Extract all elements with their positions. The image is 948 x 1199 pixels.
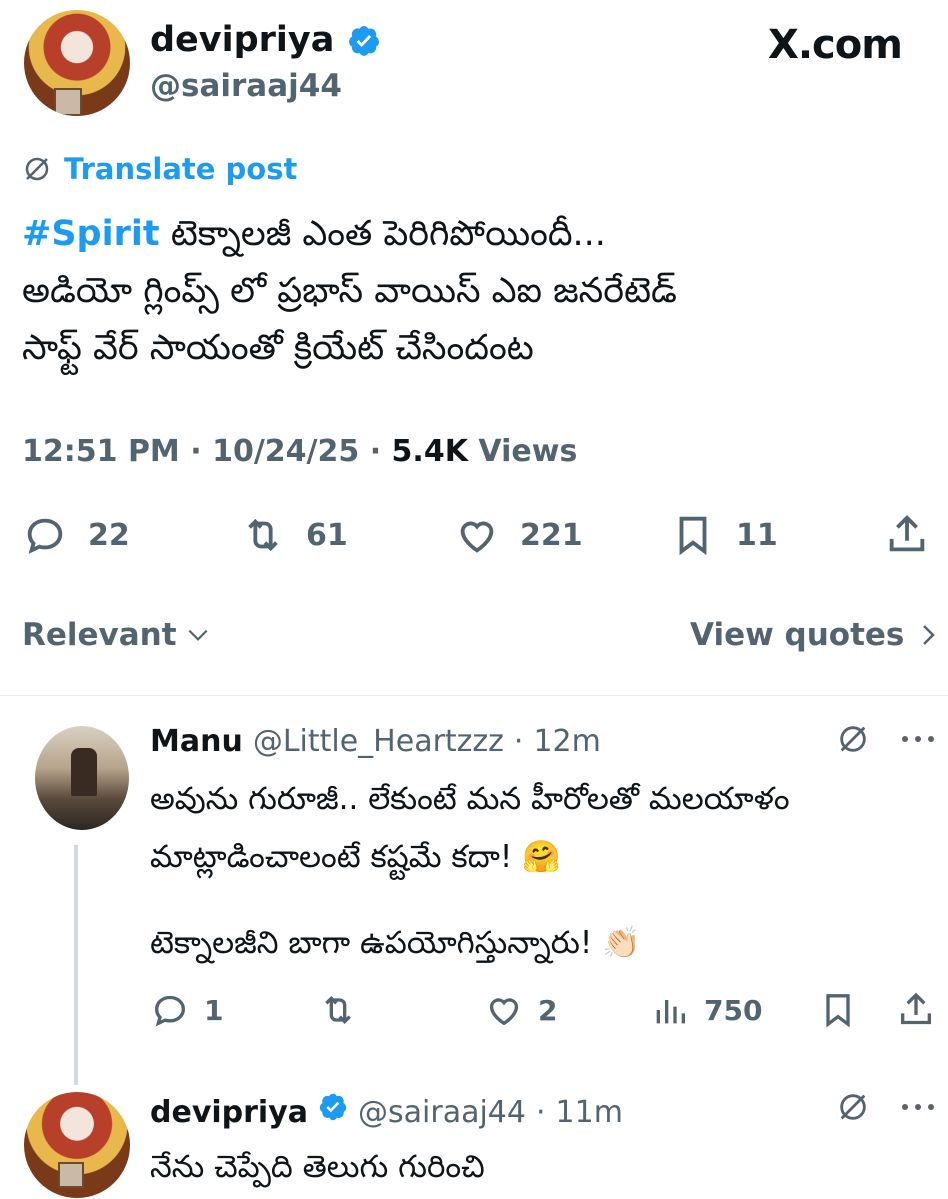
reply-icon bbox=[154, 995, 186, 1027]
reply-bookmark-button[interactable] bbox=[818, 990, 858, 1030]
author-avatar[interactable] bbox=[24, 10, 130, 116]
sort-label[interactable]: Relevant bbox=[22, 617, 177, 653]
bookmark-count: 11 bbox=[736, 517, 778, 553]
post-time[interactable]: 12:51 PM bbox=[22, 434, 180, 469]
author-name-row[interactable]: devipriya bbox=[150, 20, 381, 60]
repost-count: 61 bbox=[306, 517, 348, 553]
author-handle[interactable]: @sairaaj44 bbox=[150, 68, 342, 104]
reply-reply-button[interactable]: 1 bbox=[150, 990, 223, 1030]
heart-icon bbox=[489, 998, 519, 1026]
chevron-down-icon bbox=[188, 629, 207, 641]
hashtag-link[interactable]: #Spirit bbox=[22, 214, 160, 254]
translate-post-link[interactable]: Translate post bbox=[22, 152, 297, 186]
like-button[interactable]: 221 bbox=[454, 512, 583, 558]
reply-text: నేను చెప్పేది తెలుగు గురించి bbox=[150, 1138, 930, 1196]
share-icon bbox=[901, 992, 931, 1025]
reply-repost-button[interactable] bbox=[318, 990, 372, 1030]
reply-text-2: టెక్నాలజీని బాగా ఉపయోగిస్తున్నారు! 👏🏻 bbox=[150, 914, 930, 972]
post-text: #Spirit టెక్నాలజీ ఎంత పెరిగిపోయిందీ... అ… bbox=[22, 206, 922, 377]
reply-text: అవును గురూజీ.. లేకుంటే మన హీరోలతో మలయాళం… bbox=[150, 770, 930, 886]
post-line-2: అడియో గ్లింప్స్ లో ప్రభాస్ వాయిస్ ఎఐ జనర… bbox=[22, 271, 677, 311]
no-translate-icon[interactable] bbox=[836, 1090, 870, 1124]
view-quotes-link[interactable]: View quotes bbox=[690, 617, 940, 653]
reply-views-count: 750 bbox=[704, 993, 763, 1027]
thread-line bbox=[74, 845, 78, 1085]
post-line-3: సాఫ్ట్ వేర్ సాయంతో క్రియేట్ చేసిందంట bbox=[22, 328, 534, 368]
reply-author-handle[interactable]: @sairaaj44 bbox=[358, 1095, 526, 1130]
no-translate-icon bbox=[25, 157, 49, 181]
author-name[interactable]: devipriya bbox=[150, 20, 334, 60]
x-com-watermark: X.com bbox=[768, 22, 903, 68]
reply-line-2: మాట్లాడించాలంటే కష్టమే కదా! 🤗 bbox=[150, 839, 561, 875]
more-options-icon[interactable] bbox=[900, 734, 936, 744]
bookmark-icon bbox=[826, 994, 850, 1028]
translate-post-label[interactable]: Translate post bbox=[64, 152, 297, 186]
verified-badge-icon bbox=[348, 25, 379, 56]
share-icon bbox=[889, 515, 925, 552]
no-translate-icon[interactable] bbox=[836, 722, 870, 756]
chevron-right-icon bbox=[923, 625, 936, 645]
reply-count: 22 bbox=[88, 517, 130, 553]
divider bbox=[0, 695, 948, 696]
sort-dropdown[interactable]: Relevant bbox=[22, 617, 211, 653]
reply-views-button[interactable]: 750 bbox=[650, 990, 762, 1030]
repost-icon bbox=[248, 518, 278, 552]
reply-time[interactable]: 11m bbox=[556, 1095, 623, 1130]
like-count: 221 bbox=[520, 517, 583, 553]
reply-avatar[interactable] bbox=[35, 726, 129, 830]
reply-author-name[interactable]: Manu bbox=[150, 724, 243, 759]
repost-icon bbox=[325, 995, 351, 1025]
reply-button[interactable]: 22 bbox=[22, 512, 130, 558]
reply-line-3: టెక్నాలజీని బాగా ఉపయోగిస్తున్నారు! 👏🏻 bbox=[150, 925, 641, 961]
post-date[interactable]: 10/24/25 bbox=[212, 434, 359, 469]
post-meta: 12:51 PM · 10/24/25 · 5.4K Views bbox=[22, 434, 578, 469]
reply-like-count: 2 bbox=[538, 993, 558, 1027]
reply-author-handle[interactable]: @Little_Heartzzz bbox=[253, 724, 504, 759]
reply-header: devipriya @sairaaj44 · 11m bbox=[150, 1092, 623, 1130]
reply-reply-count: 1 bbox=[204, 993, 224, 1027]
verified-badge-icon bbox=[319, 1093, 347, 1121]
post-line-1: టెక్నాలజీ ఎంత పెరిగిపోయిందీ... bbox=[159, 214, 606, 254]
analytics-icon bbox=[656, 1000, 685, 1024]
reply-time[interactable]: 12m bbox=[533, 724, 600, 759]
views-label: Views bbox=[478, 434, 578, 469]
bookmark-button[interactable]: 11 bbox=[670, 512, 778, 558]
post-actions: 22 61 221 11 bbox=[22, 512, 932, 564]
reply-icon bbox=[27, 518, 63, 554]
views-count: 5.4K bbox=[391, 434, 468, 469]
reply-author-name[interactable]: devipriya bbox=[150, 1095, 308, 1130]
reply-actions: 1 2 750 bbox=[150, 990, 940, 1034]
reply-like-button[interactable]: 2 bbox=[484, 990, 557, 1030]
reply-avatar[interactable] bbox=[24, 1092, 130, 1198]
share-button[interactable] bbox=[884, 512, 930, 558]
bookmark-icon bbox=[679, 516, 707, 556]
reply-toolbar bbox=[836, 722, 936, 756]
view-quotes-label[interactable]: View quotes bbox=[690, 617, 904, 653]
reply-toolbar bbox=[836, 1090, 936, 1124]
reply-header: Manu @Little_Heartzzz · 12m bbox=[150, 724, 601, 759]
reply-line-1: నేను చెప్పేది తెలుగు గురించి bbox=[150, 1149, 485, 1185]
reply-line-1: అవును గురూజీ.. లేకుంటే మన హీరోలతో మలయాళం bbox=[150, 781, 790, 817]
repost-button[interactable]: 61 bbox=[240, 512, 348, 558]
reply-share-button[interactable] bbox=[896, 990, 936, 1030]
heart-icon bbox=[460, 521, 494, 553]
more-options-icon[interactable] bbox=[900, 1102, 936, 1112]
